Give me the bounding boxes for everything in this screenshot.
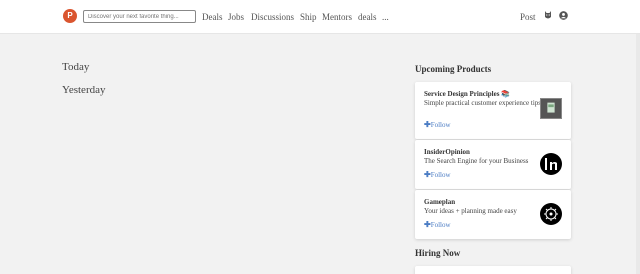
upcoming-product-card[interactable]: Gameplan Your ideas + planning made easy… (415, 190, 571, 239)
post-button[interactable]: Post (520, 12, 536, 22)
nav-ship[interactable]: Ship (300, 12, 317, 22)
product-tagline: Simple practical customer experience tip… (424, 99, 542, 107)
cat-icon[interactable] (544, 11, 552, 20)
hiring-now-title: Hiring Now (415, 248, 461, 258)
book-thumbnail-icon (540, 98, 562, 119)
follow-label: Follow (430, 121, 451, 129)
user-icon[interactable] (559, 11, 568, 20)
product-tagline: The Search Engine for your Business (424, 157, 529, 165)
nav-deals[interactable]: Deals (202, 12, 223, 22)
top-navigation-bar: P Deals Jobs Discussions Ship Mentors de… (0, 0, 640, 34)
section-today: Today (62, 61, 90, 73)
follow-button[interactable]: ✚Follow (424, 220, 451, 230)
upcoming-product-card[interactable]: Service Design Principles 📚 Simple pract… (415, 82, 571, 139)
hiring-card[interactable] (415, 266, 571, 274)
in-logo-icon (540, 153, 562, 175)
gameplan-logo-icon (540, 203, 562, 225)
plus-icon: ✚ (424, 220, 431, 229)
nav-mentors[interactable]: Mentors (322, 12, 352, 22)
follow-label: Follow (430, 171, 451, 179)
upcoming-products-title: Upcoming Products (415, 64, 492, 74)
search-input[interactable] (83, 10, 196, 23)
nav-jobs[interactable]: Jobs (228, 12, 244, 22)
nav-more-button[interactable]: ... (382, 12, 389, 22)
follow-button[interactable]: ✚Follow (424, 120, 451, 130)
upcoming-product-card[interactable]: InsiderOpinion The Search Engine for you… (415, 140, 571, 189)
product-tagline: Your ideas + planning made easy (424, 207, 517, 215)
section-yesterday: Yesterday (62, 84, 106, 96)
follow-label: Follow (430, 221, 451, 229)
nav-deals-lowercase[interactable]: deals (358, 12, 377, 22)
product-name[interactable]: InsiderOpinion (424, 148, 470, 156)
product-name[interactable]: Service Design Principles 📚 (424, 90, 510, 98)
follow-button[interactable]: ✚Follow (424, 170, 451, 180)
plus-icon: ✚ (424, 120, 431, 129)
page-scrollbar[interactable] (636, 34, 640, 274)
product-hunt-logo[interactable]: P (63, 9, 77, 23)
plus-icon: ✚ (424, 170, 431, 179)
product-name[interactable]: Gameplan (424, 198, 455, 206)
nav-discussions[interactable]: Discussions (251, 12, 294, 22)
